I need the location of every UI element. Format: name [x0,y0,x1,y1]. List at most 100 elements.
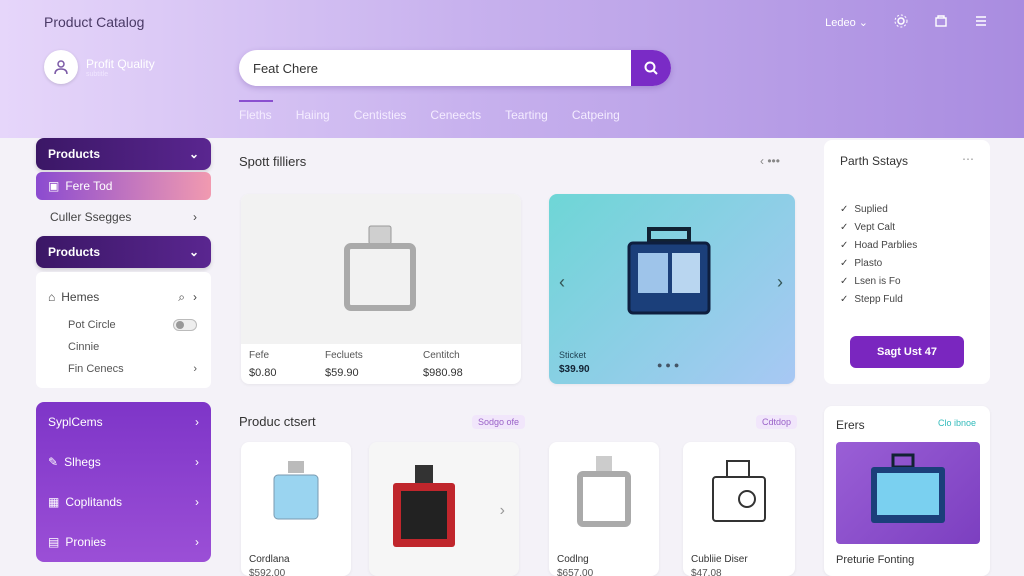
check-item[interactable]: ✓ Plasto [840,254,917,272]
doc-icon: ▤ [48,535,60,549]
check-label: Vept Calt [854,221,895,233]
sidebar-item-label: Coplitands [65,495,123,509]
product-image [549,442,659,542]
home-icon: ⌂ [48,290,56,304]
promo-link[interactable]: Clo ibnoe [938,418,976,428]
sidebar-item-label: Hemes [61,290,100,304]
tab-3[interactable]: Centisties [354,104,407,122]
product-name: Codlng [557,554,589,565]
carousel-next-button[interactable]: › [777,272,783,293]
hero-price: $39.90 [559,364,590,375]
carousel-prev-button[interactable]: ‹ [559,272,565,293]
tab-2[interactable]: Haiing [296,104,330,122]
wrench-icon: ✎ [48,455,59,469]
price-label: Fecluets [325,350,363,361]
chevron-right-icon: › [195,455,199,469]
check-icon: ✓ [840,293,849,305]
filter-badge[interactable]: Cdtdop [756,415,798,429]
sidebar-item-slhegs[interactable]: ✎ Slhegs › [36,442,211,482]
search-button[interactable] [631,50,671,86]
brand[interactable]: Profit Quality subtitle [44,50,155,84]
check-item[interactable]: ✓ Hoad Parblies [840,236,917,254]
check-icon: ✓ [840,239,849,251]
product-card[interactable]: › [369,442,519,576]
product-card[interactable]: Codlng $657.00 [549,442,659,576]
app-title: Product Catalog [44,14,145,30]
check-label: Plasto [854,257,883,269]
sidebar-item-label: SyplCems [48,415,103,429]
tab-5[interactable]: Tearting [505,104,548,122]
sidebar-item-syplcems[interactable]: SyplCems › [36,402,211,442]
check-icon: ✓ [840,257,849,269]
sidebar-products-header-2[interactable]: Products ⌄ [36,236,211,268]
panel-title: Parth Sstays [840,154,909,168]
panel-action-button[interactable]: Sagt Ust 47 [850,336,964,368]
more-icon[interactable]: ⋯ [962,152,974,166]
menu-icon[interactable] [974,14,988,31]
check-item[interactable]: ✓ Suplied [840,200,917,218]
sidebar-sub-item[interactable]: Fin Cenecs › [36,358,211,380]
tab-6[interactable]: Catpeing [572,104,620,122]
language-select[interactable]: Ledeo ⌄ [825,16,868,29]
user-icon [44,50,78,84]
price-label: Centitch [423,350,460,361]
tab-4[interactable]: Ceneects [430,104,481,122]
sidebar-item-label: Culler Ssegges [50,210,132,224]
sidebar-item-coplitands[interactable]: ▦ Coplitands › [36,482,211,522]
tab-1[interactable]: Fleths [239,100,273,122]
product-image [379,458,469,558]
check-label: Suplied [854,203,888,215]
check-icon: ✓ [840,203,849,215]
sidebar-item-homes[interactable]: ⌂ Hemes ⌕ › [36,280,211,314]
sidebar-item-culler[interactable]: Culler Ssegges › [36,200,211,234]
price-value: $59.90 [325,367,359,379]
right-panel: Parth Sstays ⋯ ✓ Suplied ✓ Vept Calt ✓ Hoad… [824,140,990,384]
search-bar [239,50,671,86]
sidebar-filter-card: ⌂ Hemes ⌕ › Pot Circle Cinnie Fin Cenecs… [36,272,211,388]
section-title-spot: Spott filliers [239,154,307,169]
product-price: $592.00 [249,568,286,576]
carousel-next-button[interactable]: › [500,502,505,520]
search-input[interactable] [239,50,633,86]
chevron-right-icon: › [193,363,197,375]
top-right-controls: Ledeo ⌄ [825,14,988,31]
chevron-right-icon: › [195,415,199,429]
sidebar: Products ⌄ ▣ Fere Tod Culler Ssegges › P… [36,138,211,562]
check-item[interactable]: ✓ Lsen is Fo [840,272,917,290]
section-title-products: Produc ctsert [239,414,316,429]
sidebar-head-label: Products [48,147,101,161]
search-icon [644,61,658,75]
check-item[interactable]: ✓ Vept Calt [840,218,917,236]
promo-card[interactable]: Erers Clo ibnoe Preturie Fonting [824,406,990,576]
feature-product-card[interactable]: Fefe $0.80 Fecluets $59.90 Centitch $980… [241,194,521,384]
product-image [609,214,729,334]
check-label: Lsen is Fo [854,275,901,287]
sidebar-sub-item[interactable]: Cinnie [36,336,211,358]
product-card[interactable]: Cubliie Diser $47.08 [683,442,795,576]
product-price: $657.00 [557,568,594,576]
chevron-right-icon: › [195,535,199,549]
promo-image [836,442,980,544]
check-item[interactable]: ✓ Stepp Fuld [840,290,917,308]
sub-item-label: Fin Cenecs [68,363,124,375]
promo-caption: Preturie Fonting [836,554,915,566]
sidebar-sub-item[interactable]: Pot Circle [36,314,211,336]
settings-icon[interactable] [894,14,908,31]
sidebar-purple-menu: SyplCems › ✎ Slhegs › ▦ Coplitands › ▤ Pron… [36,402,211,562]
sidebar-item-label: Fere Tod [65,179,113,193]
toggle-switch[interactable] [173,319,197,331]
product-name: Cordlana [249,554,290,565]
sidebar-products-header[interactable]: Products ⌄ [36,138,211,170]
cart-icon[interactable] [934,14,948,31]
hero-product-card[interactable]: ‹ › Sticket $39.90 ●●● [549,194,795,384]
carousel-nav[interactable]: ‹ ••• [760,154,780,168]
check-label: Hoad Parblies [854,239,918,251]
filter-badge[interactable]: Sodgo ofe [472,415,526,429]
product-image [241,194,521,344]
chevron-down-icon: ⌄ [188,245,199,259]
product-name: Cubliie Diser [691,554,748,565]
sidebar-item-selected[interactable]: ▣ Fere Tod [36,172,211,200]
search-icon[interactable]: ⌕ [178,290,185,305]
product-card[interactable]: Cordlana $592.00 [241,442,351,576]
sidebar-item-pronies[interactable]: ▤ Pronies › [36,522,211,562]
